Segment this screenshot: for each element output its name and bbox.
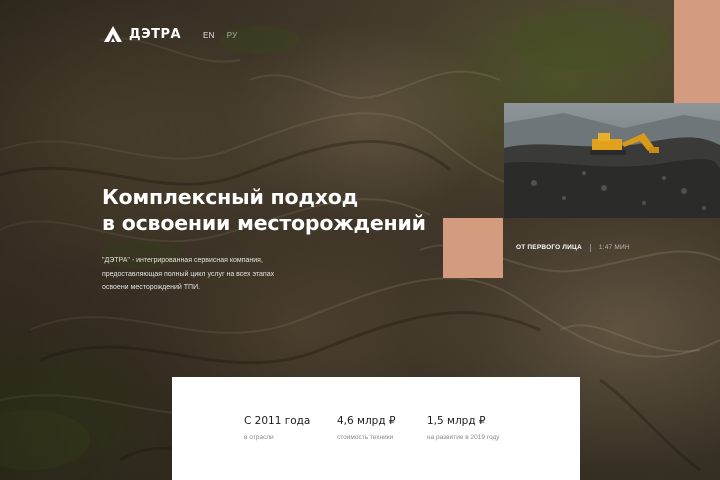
caption-divider <box>589 244 591 252</box>
hero-title-line2: в освоении месторождений <box>102 211 426 235</box>
hero-description: "ДЭТРА" - интегрированная сервисная комп… <box>102 257 275 291</box>
language-switcher: EN РУ <box>203 31 238 40</box>
video-duration: 1:47 МИН <box>598 244 630 251</box>
hero-title: Комплексный подход в освоении месторожде… <box>102 184 442 236</box>
stat-item-development: 1,5 млрд ₽ на развитие в 2019 году <box>427 415 500 441</box>
video-title: ОТ ПЕРВОГО ЛИЦА <box>516 244 582 251</box>
stat-value: 1,5 млрд ₽ <box>427 415 486 427</box>
stat-value: 4,6 млрд ₽ <box>337 415 396 427</box>
play-video-button[interactable] <box>443 218 503 278</box>
menu-accent-block[interactable] <box>674 0 720 103</box>
stat-value: С 2011 года <box>244 415 311 427</box>
hero-title-line1: Комплексный подход <box>102 185 359 209</box>
stat-item-equipment: 4,6 млрд ₽ стоимость техники <box>337 415 396 441</box>
stat-label: стоимость техники <box>337 434 394 441</box>
language-en[interactable]: EN <box>203 31 215 40</box>
excavator-photo <box>504 103 720 218</box>
logo-text: ДЭТРА <box>129 26 182 42</box>
stat-label: на развитие в 2019 году <box>427 434 500 441</box>
logo[interactable]: ДЭТРА <box>104 26 181 42</box>
video-thumbnail[interactable] <box>504 103 720 218</box>
stat-label: в отрасли <box>244 434 274 441</box>
language-ru[interactable]: РУ <box>227 31 238 40</box>
stat-item-years: С 2011 года в отрасли <box>244 415 310 441</box>
video-caption: ОТ ПЕРВОГО ЛИЦА 1:47 МИН <box>516 244 630 252</box>
mountain-logo-icon <box>104 26 122 42</box>
stats-panel: С 2011 года в отрасли 4,6 млрд ₽ стоимос… <box>172 377 580 480</box>
